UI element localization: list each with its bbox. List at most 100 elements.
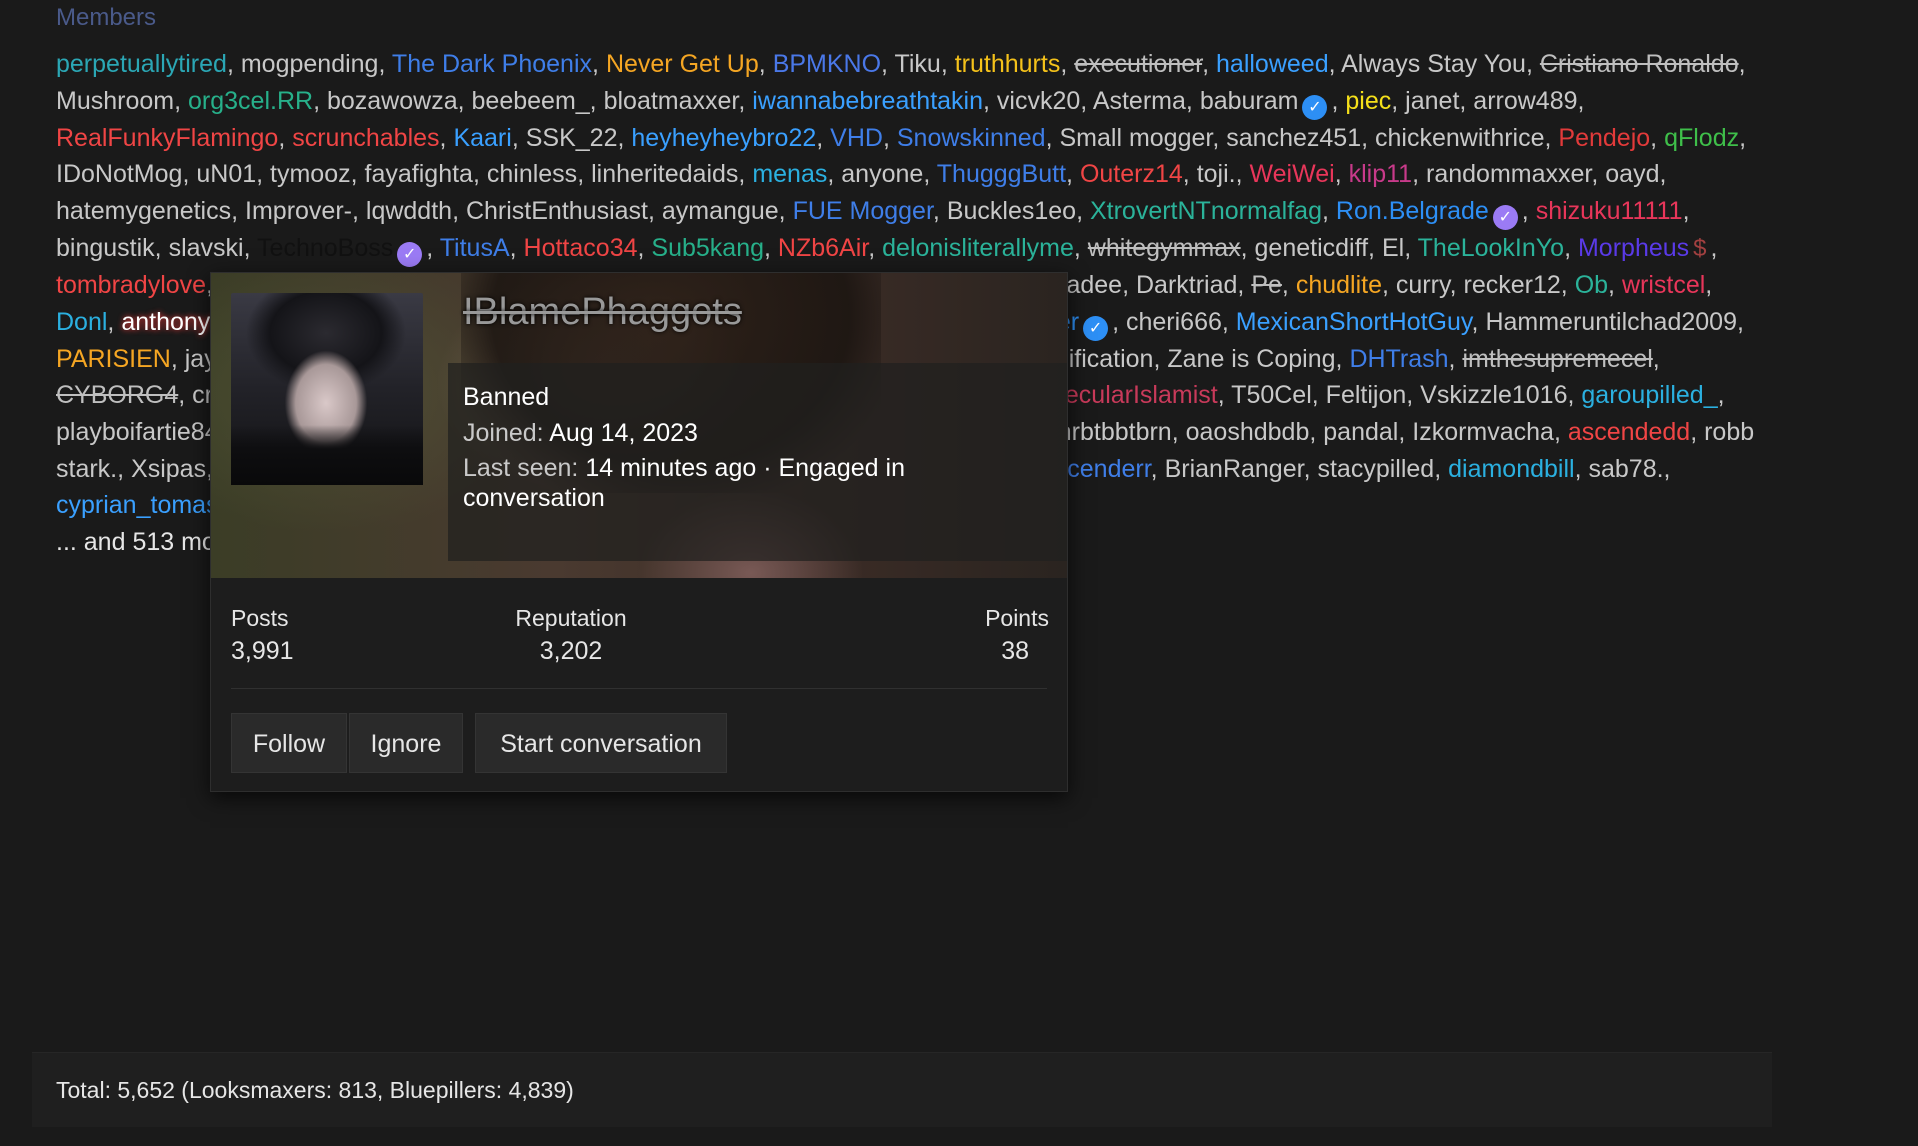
member-link[interactable]: Outerz14 (1080, 160, 1183, 188)
member-link[interactable]: TheLookInYo (1418, 234, 1564, 262)
member-link[interactable]: bloatmaxxer (604, 87, 739, 115)
member-link[interactable]: truthhurts (955, 50, 1061, 78)
member-link[interactable]: piec (1345, 87, 1391, 115)
member-link[interactable]: Izkormvacha (1412, 418, 1554, 446)
member-link[interactable]: menas (752, 160, 827, 188)
member-link[interactable]: curry (1396, 271, 1450, 299)
member-link[interactable]: Hottaco34 (524, 234, 638, 262)
member-link[interactable]: oaoshdbdb (1186, 418, 1310, 446)
member-link[interactable]: chudlite (1296, 271, 1382, 299)
member-link[interactable]: delonisliterallyme (882, 234, 1074, 262)
member-link[interactable]: slavski (169, 234, 244, 262)
member-link[interactable]: randommaxxer (1426, 160, 1591, 188)
member-link[interactable]: Mushroom (56, 87, 174, 115)
member-link[interactable]: scrunchables (292, 124, 439, 152)
member-link[interactable]: mogpending (241, 50, 379, 78)
member-link[interactable]: ascendedd (1568, 418, 1690, 446)
member-link[interactable]: MexicanShortHotGuy (1236, 308, 1472, 336)
member-link[interactable]: janet (1405, 87, 1459, 115)
member-link[interactable]: BrianRanger (1165, 455, 1304, 483)
member-link[interactable]: chickenwithrice (1375, 124, 1545, 152)
points-value[interactable]: 38 (1001, 637, 1029, 666)
posts-value[interactable]: 3,991 (231, 637, 294, 666)
member-link[interactable]: Donl (56, 308, 107, 336)
member-link[interactable]: Buckles1eo (947, 197, 1076, 225)
member-link[interactable]: PARISIEN (56, 345, 171, 373)
member-link[interactable]: Never Get Up (606, 50, 759, 78)
member-link[interactable]: pandal (1323, 418, 1398, 446)
member-link[interactable]: executioner (1074, 50, 1202, 78)
member-link[interactable]: tombradylove (56, 271, 206, 299)
member-link[interactable]: VHD (830, 124, 883, 152)
member-link[interactable]: arrow489 (1473, 87, 1577, 115)
member-link[interactable]: imthesupremecel (1462, 345, 1652, 373)
member-link[interactable]: lqwddth (366, 197, 452, 225)
member-link[interactable]: WeiWei (1250, 160, 1335, 188)
member-link[interactable]: FUE Mogger (793, 197, 933, 225)
member-link[interactable]: ChristEnthusiast (466, 197, 648, 225)
member-link[interactable]: perpetuallytired (56, 50, 227, 78)
member-link[interactable]: IDoNotMog (56, 160, 182, 188)
member-link[interactable]: iwannabebreathtakin (752, 87, 983, 115)
member-link[interactable]: cheri666 (1126, 308, 1222, 336)
member-link[interactable]: Always Stay You (1341, 50, 1526, 78)
member-link[interactable]: diamondbill (1448, 455, 1574, 483)
member-link[interactable]: tymooz (270, 160, 351, 188)
member-link[interactable]: uN01 (196, 160, 256, 188)
member-link[interactable]: fayafighta (365, 160, 473, 188)
member-link[interactable]: org3cel.RR (188, 87, 313, 115)
member-link[interactable]: anyone (841, 160, 923, 188)
member-link[interactable]: sab78. (1588, 455, 1663, 483)
member-link[interactable]: qFlodz (1664, 124, 1739, 152)
member-link[interactable]: Morpheus (1578, 234, 1689, 262)
member-link[interactable]: Zane is Coping (1167, 345, 1335, 373)
member-link[interactable]: DHTrash (1349, 345, 1448, 373)
member-link[interactable]: BPMKNO (773, 50, 881, 78)
member-link[interactable]: baburam (1200, 87, 1299, 115)
member-link[interactable]: geneticdiff (1255, 234, 1369, 262)
member-link[interactable]: T50Cel (1231, 381, 1312, 409)
member-link[interactable]: wristcel (1622, 271, 1705, 299)
member-link[interactable]: chinless (487, 160, 577, 188)
member-link[interactable]: sanchez451 (1226, 124, 1361, 152)
member-link[interactable]: stacypilled (1317, 455, 1434, 483)
member-link[interactable]: shizuku11111 (1536, 197, 1683, 225)
member-link[interactable]: bingustik (56, 234, 155, 262)
member-link[interactable]: Ob (1575, 271, 1608, 299)
member-link[interactable]: Feltijon (1326, 381, 1407, 409)
member-link[interactable]: Sub5kang (651, 234, 764, 262)
member-link[interactable]: Pe (1251, 271, 1282, 299)
member-link[interactable]: Vskizzle1016 (1420, 381, 1567, 409)
member-link[interactable]: recker12 (1464, 271, 1561, 299)
member-link[interactable]: Hammeruntilchad2009 (1485, 308, 1737, 336)
member-link[interactable]: CYBORG4 (56, 381, 178, 409)
member-link[interactable]: vicvk20 (997, 87, 1080, 115)
member-link[interactable]: Snowskinned (897, 124, 1046, 152)
member-link[interactable]: Kaari (453, 124, 511, 152)
member-link[interactable]: TechnoBoss (257, 234, 393, 262)
member-link[interactable]: Asterma (1093, 87, 1186, 115)
member-link[interactable]: Ron.Belgrade (1336, 197, 1489, 225)
member-link[interactable]: SecularIslamist (1048, 381, 1218, 409)
member-link[interactable]: TitusA (440, 234, 510, 262)
member-link[interactable]: oayd (1605, 160, 1659, 188)
member-link[interactable]: Improver- (245, 197, 352, 225)
ignore-button[interactable]: Ignore (349, 713, 463, 773)
member-link[interactable]: beebeem_ (472, 87, 590, 115)
member-link[interactable]: XtrovertNTnormalfag (1090, 197, 1322, 225)
member-link[interactable]: Pendejo (1558, 124, 1650, 152)
member-link[interactable]: playboifartie84 (56, 418, 219, 446)
member-link[interactable]: SSK_22 (526, 124, 618, 152)
member-link[interactable]: NZb6Air (778, 234, 868, 262)
member-link[interactable]: ThugggButt (937, 160, 1066, 188)
start-conversation-button[interactable]: Start conversation (475, 713, 727, 773)
member-link[interactable]: The Dark Phoenix (392, 50, 592, 78)
profile-username[interactable]: IBlamePhaggots (463, 291, 742, 334)
avatar[interactable] (231, 293, 423, 485)
member-link[interactable]: heyheyheybro22 (631, 124, 816, 152)
member-link[interactable]: toji. (1197, 160, 1236, 188)
member-link[interactable]: hatemygenetics (56, 197, 231, 225)
member-link[interactable]: El (1382, 234, 1404, 262)
follow-button[interactable]: Follow (231, 713, 347, 773)
member-link[interactable]: klip11 (1349, 160, 1412, 188)
